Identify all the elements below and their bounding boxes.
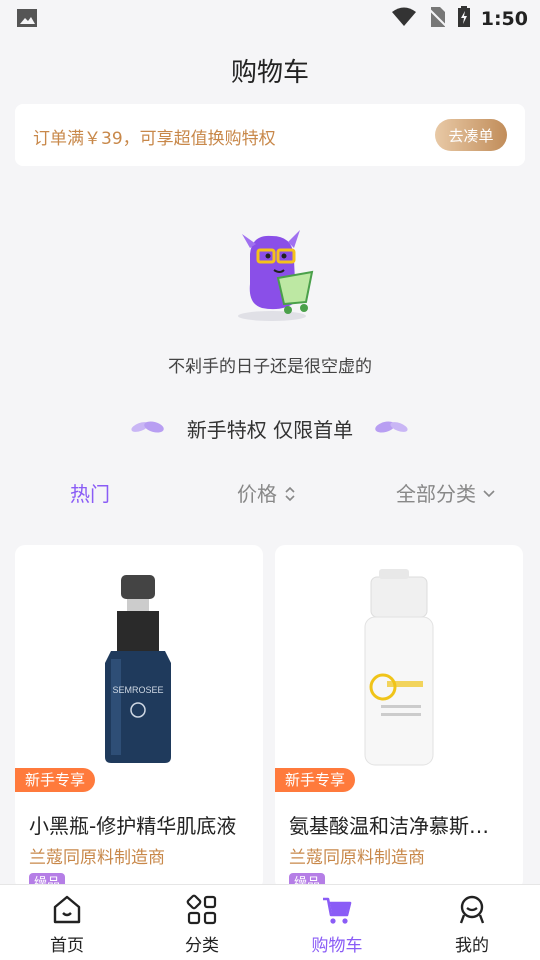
tab-cart-label: 购物车 [311,936,363,956]
gallery-icon [16,8,38,32]
sort-updown-icon [285,486,295,502]
header: 购物车 [0,36,540,104]
battery-icon [457,6,471,32]
product-name: 小黑瓶-修护精华肌底液 [29,814,237,838]
tab-category[interactable]: 分类 [157,893,247,956]
product-grid: SEMROSEE 新手专享 小黑瓶-修护精华肌底液 兰蔻同原料制造商 缲品 新手… [15,545,525,890]
tab-home-label: 首页 [50,936,84,956]
empty-cart-state: 不剁手的日子还是很空虚的 [0,166,540,386]
cart-icon [323,897,352,924]
product-name: 氨基酸温和洁净慕斯… [289,814,489,838]
bottom-tab-bar: 首页 分类 购物车 我的 [0,884,540,960]
product-vendor: 兰蔻同原料制造商 [29,848,165,868]
tab-home[interactable]: 首页 [22,893,112,956]
product-vendor: 兰蔻同原料制造商 [289,848,425,868]
filter-category-label: 全部分类 [396,482,476,506]
tab-profile[interactable]: 我的 [427,893,517,956]
mascot-illustration [238,230,314,321]
filter-price-label: 价格 [237,482,277,506]
product-card[interactable]: 新手专享 氨基酸温和洁净慕斯… 兰蔻同原料制造商 缲品 [275,545,523,890]
chevron-down-icon [483,490,495,498]
product-image-foam [364,569,434,766]
tab-cart[interactable]: 购物车 [292,893,382,956]
product-card[interactable]: SEMROSEE 新手专享 小黑瓶-修护精华肌底液 兰蔻同原料制造商 缲品 [15,545,263,890]
product-image-serum: SEMROSEE [105,575,171,763]
tab-profile-label: 我的 [455,936,489,956]
filter-hot[interactable]: 热门 [70,478,110,507]
add-items-button[interactable]: 去凑单 [435,119,507,151]
tab-category-label: 分类 [185,936,219,956]
filter-category[interactable]: 全部分类 [396,478,496,507]
leaf-right-icon [375,421,408,433]
status-time: 1:50 [480,8,528,30]
new-user-tag: 新手专享 [275,768,356,792]
no-sim-icon [427,6,447,32]
wifi-icon [391,7,417,31]
filter-bar: 热门 价格 全部分类 [0,452,540,522]
status-bar: 1:50 [0,0,540,36]
bottle-brand-label: SEMROSEE [112,685,163,695]
filter-price[interactable]: 价格 [237,478,297,507]
newcomer-section-header: 新手特权 仅限首单 [0,386,540,452]
promo-banner: 订单满￥39，可享超值换购特权 去凑单 [15,104,525,166]
section-title: 新手特权 仅限首单 [186,418,354,442]
category-icon [186,894,217,925]
new-user-tag: 新手专享 [15,768,96,792]
empty-message: 不剁手的日子还是很空虚的 [168,357,372,377]
promo-text: 订单满￥39，可享超值换购特权 [33,129,276,149]
page-title: 购物车 [230,57,309,88]
home-icon [53,895,81,924]
profile-icon [459,895,485,924]
